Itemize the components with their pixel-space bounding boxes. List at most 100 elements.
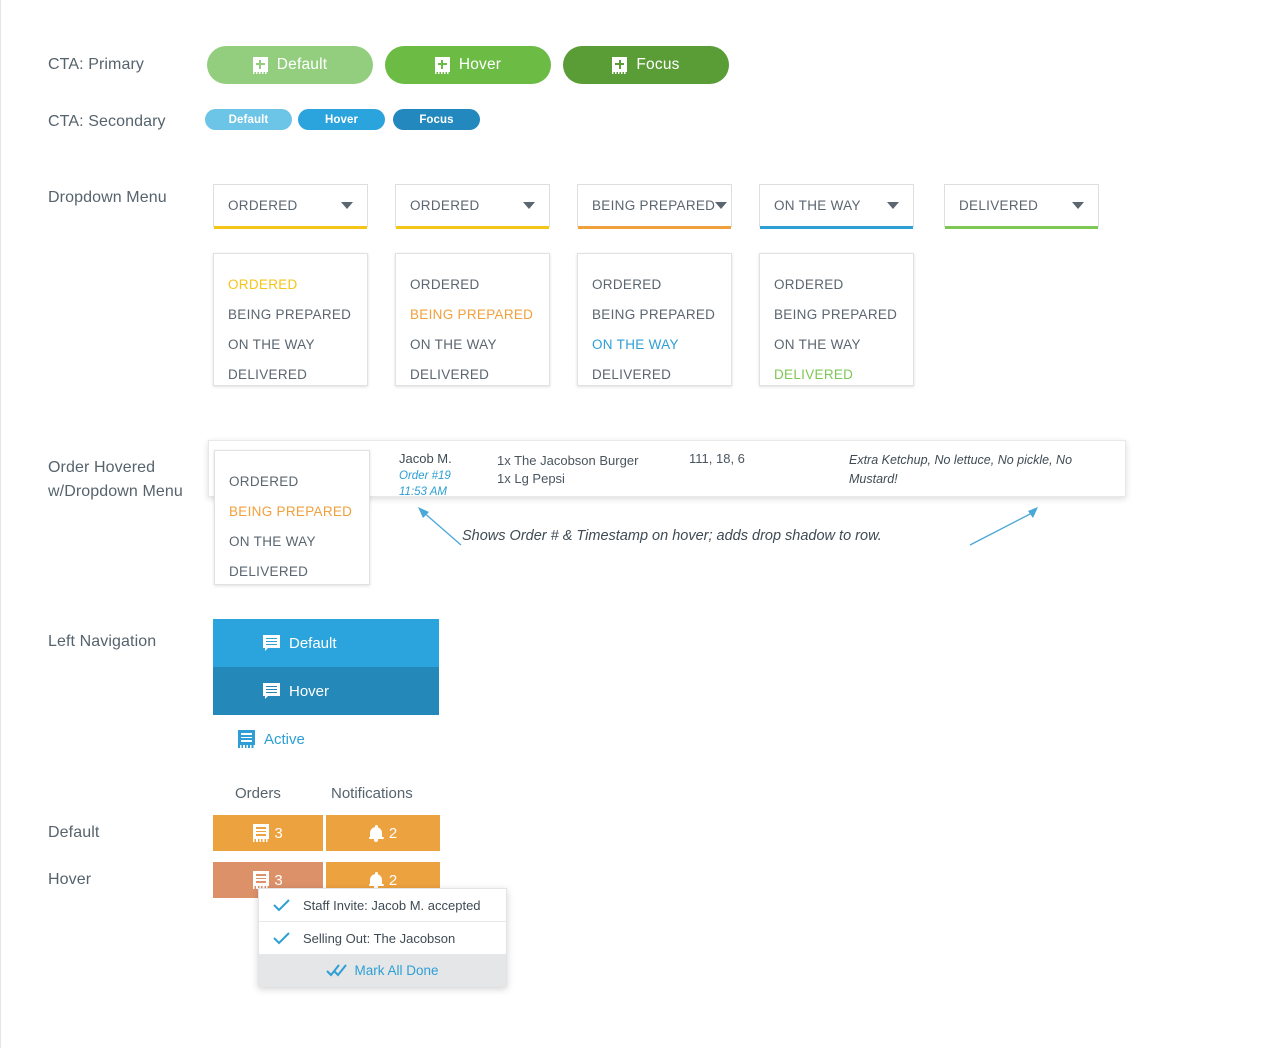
dropdown-option-being-prepared[interactable]: BEING PREPARED xyxy=(760,300,913,330)
notification-item-text: Selling Out: The Jacobson xyxy=(303,930,456,946)
dropdown-option-being-prepared[interactable]: BEING PREPARED xyxy=(215,497,369,527)
dropdown-option-delivered[interactable]: DELIVERED xyxy=(578,360,731,390)
receipt-icon xyxy=(253,824,270,842)
dropdown-select-4-value: ON THE WAY xyxy=(774,198,861,213)
dropdown-option-ordered[interactable]: ORDERED xyxy=(760,270,913,300)
cta-primary-hover[interactable]: Hover xyxy=(385,46,551,84)
nav-item-default-label: Default xyxy=(289,634,337,652)
dropdown-option-ordered[interactable]: ORDERED xyxy=(214,270,367,300)
dropdown-list-3: ORDERED BEING PREPARED ON THE WAY DELIVE… xyxy=(577,253,732,386)
dropdown-underline xyxy=(578,226,731,229)
receipt-plus-icon xyxy=(252,56,268,74)
nav-item-default[interactable]: Default xyxy=(213,619,439,667)
cta-primary-focus[interactable]: Focus xyxy=(563,46,729,84)
label-left-navigation: Left Navigation xyxy=(48,633,157,650)
dropdown-option-on-the-way[interactable]: ON THE WAY xyxy=(396,330,549,360)
label-badge-hover: Hover xyxy=(48,871,92,888)
check-icon xyxy=(273,931,290,944)
order-annotation: Shows Order # & Timestamp on hover; adds… xyxy=(462,528,882,544)
dropdown-option-ordered[interactable]: ORDERED xyxy=(396,270,549,300)
badge-notifications-default[interactable]: 2 xyxy=(326,815,440,851)
dropdown-option-ordered[interactable]: ORDERED xyxy=(578,270,731,300)
cta-primary-default[interactable]: Default xyxy=(207,46,373,84)
cta-secondary-default[interactable]: Default xyxy=(205,109,292,130)
badge-orders-default-count: 3 xyxy=(274,824,283,842)
annotation-arrow-left xyxy=(418,507,462,546)
badge-orders-hover-count: 3 xyxy=(274,871,283,889)
check-icon xyxy=(273,898,290,911)
dropdown-underline xyxy=(760,226,913,229)
dropdown-option-being-prepared[interactable]: BEING PREPARED xyxy=(578,300,731,330)
notification-item-text: Staff Invite: Jacob M. accepted xyxy=(303,897,481,913)
dropdown-option-delivered[interactable]: DELIVERED xyxy=(396,360,549,390)
badge-header-orders: Orders xyxy=(235,785,281,802)
style-guide-canvas: CTA: Primary Default Hover Focus CTA: Se… xyxy=(0,0,1280,1048)
dropdown-select-4[interactable]: ON THE WAY xyxy=(759,184,914,229)
cta-primary-hover-label: Hover xyxy=(458,56,502,73)
receipt-icon xyxy=(253,871,270,889)
notification-item[interactable]: Staff Invite: Jacob M. accepted xyxy=(259,889,506,922)
nav-item-active-label: Active xyxy=(264,730,305,748)
chevron-down-icon xyxy=(887,202,899,209)
dropdown-select-2[interactable]: ORDERED xyxy=(395,184,550,229)
mark-all-done-button[interactable]: Mark All Done xyxy=(259,955,506,986)
dropdown-select-1[interactable]: ORDERED xyxy=(213,184,368,229)
dropdown-select-5[interactable]: DELIVERED xyxy=(944,184,1099,229)
cta-primary-focus-label: Focus xyxy=(636,56,680,73)
cta-primary-default-label: Default xyxy=(276,56,328,73)
dropdown-option-on-the-way[interactable]: ON THE WAY xyxy=(215,527,369,557)
dropdown-option-delivered[interactable]: DELIVERED xyxy=(214,360,367,390)
badge-notifications-default-count: 2 xyxy=(388,824,398,842)
chevron-down-icon xyxy=(1072,202,1084,209)
label-order-hovered: Order Hovered w/Dropdown Menu xyxy=(48,459,183,500)
double-check-icon xyxy=(326,964,348,977)
dropdown-list-4: ORDERED BEING PREPARED ON THE WAY DELIVE… xyxy=(759,253,914,386)
chevron-down-icon xyxy=(715,202,728,209)
dropdown-option-being-prepared[interactable]: BEING PREPARED xyxy=(214,300,367,330)
order-dropdown-list: ORDERED BEING PREPARED ON THE WAY DELIVE… xyxy=(214,450,370,585)
chevron-down-icon xyxy=(523,202,535,209)
dropdown-option-delivered[interactable]: DELIVERED xyxy=(215,557,369,587)
annotation-arrow-right xyxy=(969,507,1038,546)
order-customer: Jacob M. xyxy=(399,451,452,466)
dropdown-option-delivered[interactable]: DELIVERED xyxy=(760,360,913,390)
dropdown-underline xyxy=(396,226,549,229)
receipt-plus-icon xyxy=(434,56,450,74)
badge-notifications-hover-count: 2 xyxy=(388,871,398,889)
dropdown-select-3-value: BEING PREPARED xyxy=(592,198,716,213)
dropdown-select-3[interactable]: BEING PREPARED xyxy=(577,184,732,229)
nav-item-hover-label: Hover xyxy=(289,682,330,700)
label-cta-primary: CTA: Primary xyxy=(48,56,145,73)
dropdown-underline xyxy=(214,226,367,229)
nav-item-active[interactable]: Active xyxy=(213,715,439,763)
badge-orders-default[interactable]: 3 xyxy=(213,815,323,851)
order-notes: Extra Ketchup, No lettuce, No pickle, No… xyxy=(849,453,1073,486)
order-item-1: 1x The Jacobson Burger xyxy=(497,453,639,468)
order-item-2: 1x Lg Pepsi xyxy=(497,471,565,486)
notification-item[interactable]: Selling Out: The Jacobson xyxy=(259,922,506,955)
dropdown-list-1: ORDERED BEING PREPARED ON THE WAY DELIVE… xyxy=(213,253,368,386)
label-cta-secondary: CTA: Secondary xyxy=(48,113,166,130)
dropdown-option-ordered[interactable]: ORDERED xyxy=(215,467,369,497)
mark-all-done-label: Mark All Done xyxy=(354,963,439,978)
label-badge-default: Default xyxy=(48,824,100,841)
badge-header-notifications: Notifications xyxy=(331,785,413,802)
receipt-list-icon xyxy=(238,730,255,748)
chevron-down-icon xyxy=(341,202,353,209)
order-number: Order #19 xyxy=(399,470,451,482)
bell-icon xyxy=(368,824,384,842)
dropdown-option-on-the-way[interactable]: ON THE WAY xyxy=(760,330,913,360)
dropdown-option-being-prepared[interactable]: BEING PREPARED xyxy=(396,300,549,330)
dropdown-select-5-value: DELIVERED xyxy=(959,198,1039,213)
nav-item-hover[interactable]: Hover xyxy=(213,667,439,715)
order-timestamp: 11:53 AM xyxy=(399,486,447,498)
cta-secondary-hover[interactable]: Hover xyxy=(298,109,385,130)
dropdown-select-2-value: ORDERED xyxy=(410,198,480,213)
message-list-icon xyxy=(263,682,280,700)
dropdown-underline xyxy=(945,226,1098,229)
cta-secondary-focus[interactable]: Focus xyxy=(393,109,480,130)
bell-icon xyxy=(368,871,384,889)
dropdown-list-2: ORDERED BEING PREPARED ON THE WAY DELIVE… xyxy=(395,253,550,386)
dropdown-option-on-the-way[interactable]: ON THE WAY xyxy=(214,330,367,360)
dropdown-option-on-the-way[interactable]: ON THE WAY xyxy=(578,330,731,360)
